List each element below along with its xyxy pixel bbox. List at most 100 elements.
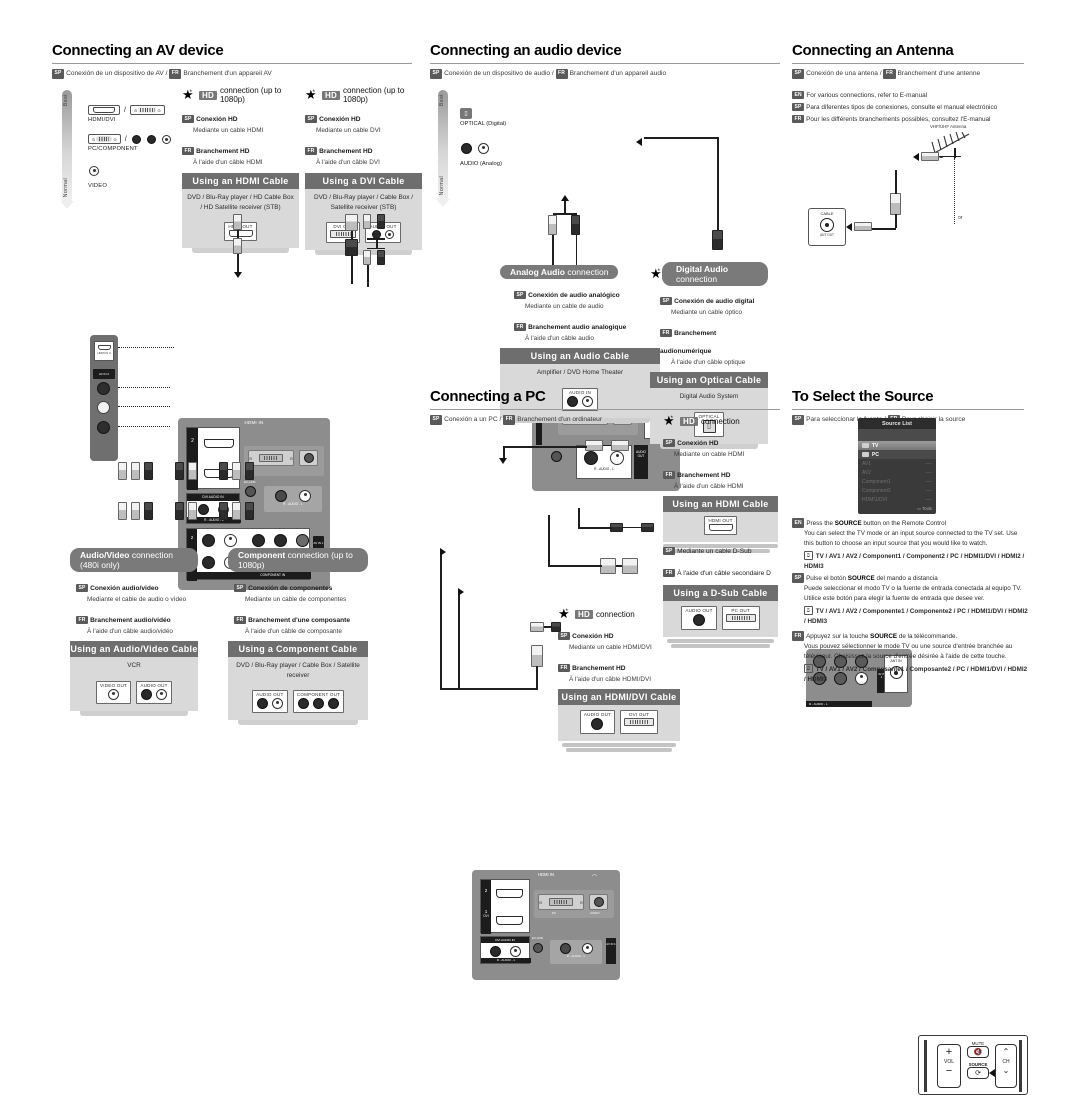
pc-av-in-1-label: AV IN 1 (606, 942, 616, 946)
remote-edge-right (1019, 1040, 1022, 1092)
volume-key[interactable]: + VOL − (937, 1044, 961, 1088)
star-icon: ★* (182, 86, 194, 102)
pc-hdmi-cable-arrow (499, 458, 507, 464)
lang-badge-sp: SP (792, 415, 805, 425)
lang-badge-sp: SP (792, 69, 805, 79)
source-row-av2[interactable]: AV2 ---- (858, 468, 936, 477)
ribbon-rest: connection (676, 274, 718, 284)
source-row-pc[interactable]: PC (858, 450, 936, 459)
lang-badge-fr: FR (169, 69, 182, 79)
source-note-sp-head-bold: SOURCE (847, 575, 875, 582)
analog-fr-title: Branchement audio analogique (528, 323, 627, 331)
audio-subtitle-fr: Branchement d'un appareil audio (569, 70, 667, 77)
audio-subtitle-sp: Conexión de un dispositivo de audio (444, 70, 551, 77)
pc-device-port-audio-out: AUDIO OUT (681, 606, 717, 630)
av-plug-yellow (118, 462, 127, 480)
legend-optical-label: OPTICAL (Digital) (460, 121, 507, 127)
source-row-component2[interactable]: Component2 ---- (858, 486, 936, 495)
av-subtitle-sp: Conexión de un dispositivo de AV (66, 70, 164, 77)
source-list-footer[interactable]: ▭ Tools (858, 504, 936, 514)
device-port-video-out-label: VIDEO OUT (99, 682, 128, 688)
source-list-spacer (858, 429, 936, 441)
source-list-osd[interactable]: Source List TV PC AV1 ---- AV2 ---- Comp… (858, 418, 936, 514)
legend-video-label: VIDEO (88, 183, 108, 189)
source-row-component1[interactable]: Component1 ---- (858, 477, 936, 486)
audio-out-port-rl: R - AUDIO - L (594, 467, 614, 471)
component-cable-group-lower (219, 502, 254, 520)
pc-panel-audio-out: R - AUDIO - L (550, 940, 602, 964)
analog-fr-sub: À l'aide d'un câble audio (525, 334, 594, 342)
source-note-en-head: EN Press the SOURCE button on the Remote … (792, 518, 1028, 529)
analog-sp-title: Conexión de audio analógico (528, 292, 620, 299)
pc-title-rule (430, 409, 780, 410)
analog-sp-sub: Mediante un cable de audio (525, 303, 604, 310)
section-connecting-av-device: Connecting an AV device SP Conexión de un… (52, 42, 412, 79)
audio-quality-normal: Normal (439, 176, 445, 196)
source-row-hdmi1dvi[interactable]: HDMI1/DVI ---- (858, 495, 936, 504)
pc-audio-cable (610, 523, 654, 532)
source-list-title: Source List (858, 418, 936, 429)
pc-hdmidvi-fr: FR Branchement HD À l'aide d'un câble HDM… (558, 657, 680, 685)
channel-down-icon: ⌄ (1002, 1066, 1010, 1075)
antenna-cable-arrow (913, 152, 919, 161)
hdmi-cable-plug-top (233, 214, 242, 230)
antenna-cable-plug (921, 152, 939, 161)
source-note-sp-list: TV / AV1 / AV2 / Componente1 / Component… (804, 607, 1028, 625)
av-bottom-comp-sp: SP Conexión de componentes Mediante un ca… (234, 577, 368, 605)
av-bottom-comp-fr: FR Branchement d'une composante À l'aide … (234, 609, 368, 637)
ribbon-bold: Component (238, 550, 286, 560)
lang-badge-sp: SP (76, 584, 89, 592)
lang-badge-sp: SP (663, 439, 676, 447)
pc-hdmidvi-head: Using an HDMI/DVI Cable (558, 689, 680, 706)
audio-subtitle: SP Conexión de un dispositivo de audio / … (430, 69, 780, 79)
side-audio-l-jack (97, 401, 110, 414)
pc-hdmidvi-arrow-left-2 (458, 588, 464, 596)
mute-key[interactable]: 🔇 (967, 1046, 989, 1058)
antenna-subtitle: SP Conexión de una antena / FR Branchement… (792, 69, 1024, 79)
antenna-or-dotted (954, 158, 956, 224)
source-note-en-head-pre: Press the (806, 520, 835, 527)
device-port-video-out: VIDEO OUT (95, 680, 132, 704)
pc-audio-out-rl: R - AUDIO - L (566, 954, 586, 958)
antenna-or-label: or (958, 215, 963, 221)
pc-dsub-head: Using a D-Sub Cable (663, 585, 778, 601)
source-row-tv[interactable]: TV (858, 441, 936, 450)
source-row-pc-label: PC (872, 451, 879, 458)
source-key[interactable]: ⟳ (967, 1067, 989, 1079)
pc-dsub-fr-line: À l'aide d'un câble secondaire D (677, 570, 771, 577)
comp-audio-r (256, 698, 268, 710)
av-card-dvi-fr: FR Branchement HD À l'aide d'un câble DVI (305, 140, 422, 168)
pc-hdmidvi-fr-title: Branchement HD (572, 664, 626, 672)
cable-box-cable (846, 222, 872, 231)
analog-head: Using an Audio Cable (500, 348, 660, 365)
pc-dsub-run (548, 565, 602, 567)
section-connecting-audio-device: Connecting an audio device SP Conexión de… (430, 42, 780, 79)
av-bottom-av-sp: SP Conexión audio/video Mediante el cable… (76, 577, 198, 605)
av-port-legend: / ⊙ ⊙ HDMI/DVI ⊙ ⊙ / PC/COMPONENT VIDEO (88, 105, 172, 189)
hd-badge-rest: connection (up to 1080p) (219, 86, 282, 104)
hdmi-cable-wire-1 (237, 230, 239, 238)
av-plug-white-b (131, 502, 140, 520)
cable-box-arrow (846, 222, 852, 231)
channel-key[interactable]: ⌃ CH ⌄ (995, 1044, 1017, 1088)
audio-title-rule (430, 63, 780, 64)
device-port-component-out-label: COMPONENT OUT (296, 692, 341, 698)
av-card-dvi-badge: ★* HD connection (up to 1080p) (305, 86, 422, 104)
lang-badge-fr: FR (660, 328, 673, 337)
pc-hdmidvi-base-2 (566, 748, 672, 753)
pc-dsub-base-2 (671, 644, 770, 648)
hd-pill: HD (199, 90, 217, 100)
av-bottom-comp-fr-sub: À l'aide d'un câble de composante (245, 627, 342, 635)
pc-hdmidvi-device: AUDIO OUT DVI OUT (558, 705, 680, 742)
lang-badge-fr: FR (182, 146, 195, 155)
av-plug-white (131, 462, 140, 480)
tv-icon (862, 443, 869, 448)
antenna-panel-footer-label: R - AUDIO - L (809, 702, 828, 706)
component-cable-group (219, 462, 254, 480)
audio-plug-white-bottom (363, 250, 371, 266)
av-hdmi-head: Using an HDMI Cable (182, 173, 299, 190)
hd-badge-rest: connection (595, 610, 635, 619)
source-row-av1[interactable]: AV1 ---- (858, 459, 936, 468)
analog-fr: FR Branchement audio analogique À l'aide … (514, 316, 660, 344)
component-jack-pr (161, 134, 171, 144)
